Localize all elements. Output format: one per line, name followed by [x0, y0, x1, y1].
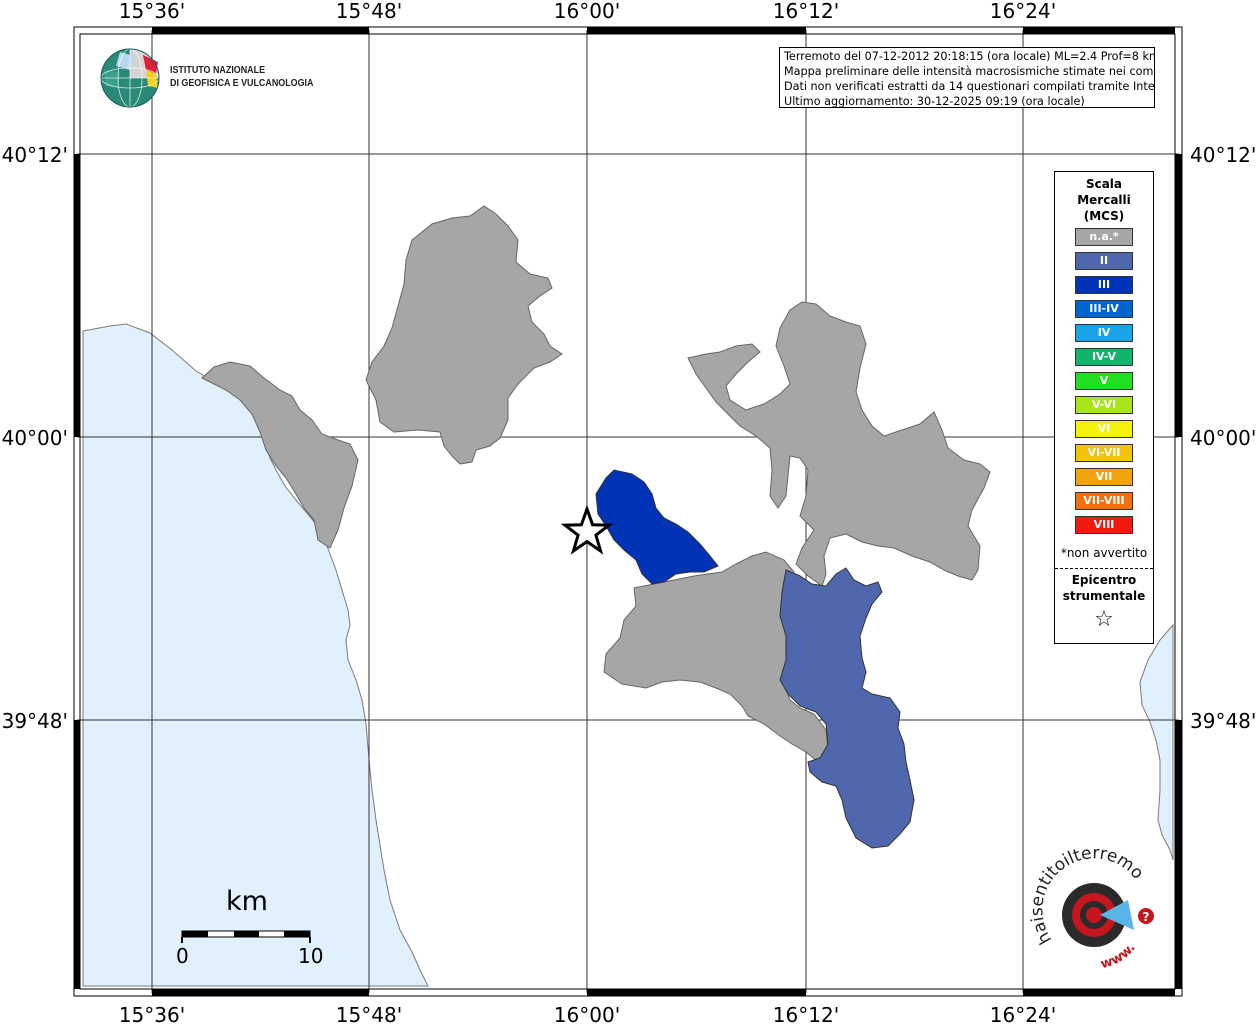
legend-note: *non avvertito	[1060, 546, 1148, 560]
legend-swatch: VIII	[1075, 516, 1133, 534]
intensity-legend: Scala Mercalli (MCS) n.a.* II III III-IV IV I…	[1054, 171, 1154, 644]
legend-swatch: V	[1075, 372, 1133, 390]
legend-swatch: III-IV	[1075, 300, 1133, 318]
lon-label-top-1: 15°36'	[119, 0, 185, 23]
latitude-labels-right: 40°12' 40°00' 39°48'	[1190, 143, 1256, 733]
globe-icon	[100, 48, 160, 108]
lon-label-bottom-2: 15°48'	[336, 1003, 402, 1024]
legend-epicentre-line-2: strumentale	[1062, 589, 1146, 603]
legend-separator	[1055, 568, 1153, 569]
lon-label-bottom-5: 16°24'	[990, 1003, 1056, 1024]
lon-label-bottom-4: 16°12'	[773, 1003, 839, 1024]
legend-swatch: III	[1075, 276, 1133, 294]
lat-label-right-1: 40°12'	[1190, 143, 1256, 167]
legend-epicentre-label: Epicentro strumentale	[1055, 572, 1153, 604]
legend-swatch: VII	[1075, 468, 1133, 486]
legend-swatch: II	[1075, 252, 1133, 270]
lat-label-right-2: 40°00'	[1190, 426, 1256, 450]
latitude-labels-left: 40°12' 40°00' 39°48'	[2, 143, 68, 733]
legend-title: Scala Mercalli (MCS)	[1055, 176, 1153, 224]
event-info-line-2: Mappa preliminare delle intensità macros…	[784, 65, 1155, 78]
lon-label-bottom-1: 15°36'	[119, 1003, 185, 1024]
event-info-line-1: Terremoto del 07-12-2012 20:18:15 (ora l…	[784, 50, 1155, 63]
longitude-labels-top: 15°36' 15°48' 16°00' 16°12' 16°24'	[119, 0, 1056, 23]
scale-start: 0	[176, 944, 189, 968]
legend-title-line-1: Scala	[1085, 177, 1123, 191]
legend-swatch: VI	[1075, 420, 1133, 438]
legend-swatch: VI-VII	[1075, 444, 1133, 462]
lon-label-top-4: 16°12'	[773, 0, 839, 23]
scale-unit: km	[226, 886, 268, 917]
legend-title-line-2: Mercalli	[1077, 193, 1131, 207]
event-info-box: Terremoto del 07-12-2012 20:18:15 (ora l…	[779, 47, 1155, 108]
institute-line-2: DI GEOFISICA E VULCANOLOGIA	[170, 77, 314, 89]
svg-text:?: ?	[1143, 910, 1150, 924]
lat-label-left-2: 40°00'	[2, 426, 68, 450]
scale-end: 10	[298, 944, 324, 968]
legend-swatch: V-VI	[1075, 396, 1133, 414]
event-info-line-3: Dati non verificati estratti da 14 quest…	[784, 80, 1155, 93]
legend-swatch: VII-VIII	[1075, 492, 1133, 510]
legend-swatch: IV	[1075, 324, 1133, 342]
legend-epicentre-line-1: Epicentro	[1071, 573, 1137, 587]
event-info-line-4: Ultimo aggiornamento: 30-12-2025 09:19 (…	[784, 95, 1085, 108]
lat-label-left-1: 40°12'	[2, 143, 68, 167]
legend-swatch: n.a.*	[1075, 228, 1133, 246]
institute-name: ISTITUTO NAZIONALE DI GEOFISICA E VULCAN…	[170, 64, 313, 90]
institute-line-1: ISTITUTO NAZIONALE	[170, 64, 266, 76]
legend-star-icon: ☆	[1094, 607, 1114, 632]
lat-label-left-3: 39°48'	[2, 709, 68, 733]
lon-label-bottom-3: 16°00'	[554, 1003, 620, 1024]
legend-title-line-3: (MCS)	[1083, 209, 1125, 223]
lon-label-top-5: 16°24'	[990, 0, 1056, 23]
longitude-labels-bottom: 15°36' 15°48' 16°00' 16°12' 16°24'	[119, 1003, 1056, 1024]
legend-swatch: IV-V	[1075, 348, 1133, 366]
lat-label-right-3: 39°48'	[1190, 709, 1256, 733]
lon-label-top-2: 15°48'	[336, 0, 402, 23]
lon-label-top-3: 16°00'	[554, 0, 620, 23]
